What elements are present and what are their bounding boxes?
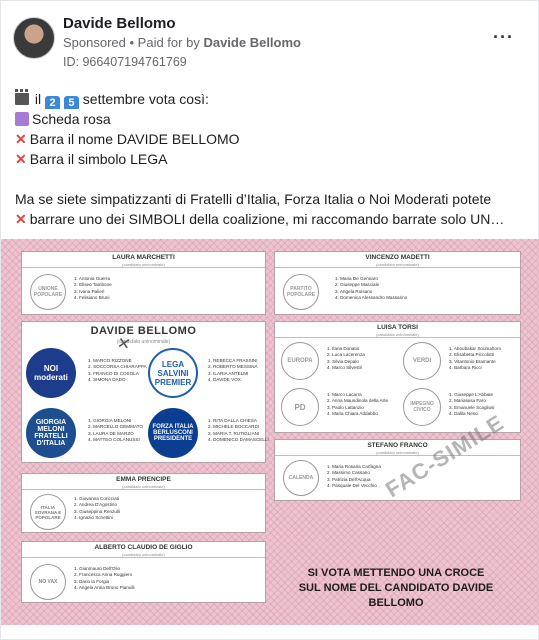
candidate-name: EMMA PRENCIPE <box>116 476 171 483</box>
list-name: 2. Anna Maundinola della Arte <box>327 398 389 404</box>
party-logo: PARTITO POPOLARE <box>283 274 319 310</box>
sponsored-line: Sponsored • Paid for by Davide Bellomo <box>63 35 301 50</box>
list-name: 2. Francesca Anna Ruggiero <box>74 572 133 578</box>
party-list: 1. Maria Rosaria Carfagna 2. Massimo Cas… <box>327 464 381 490</box>
party-logo: UNIONE POPOLARE <box>30 274 66 310</box>
list-name: 2. Eliseo Tambone <box>74 282 112 288</box>
candidate-name: LUISA TORSI <box>377 324 418 331</box>
list-name: 2. Luca Lacerenza <box>327 352 365 358</box>
list-name: 2. Andrea D'Agostino <box>74 502 118 508</box>
text-fragment: barrare uno dei SIMBOLI della coalizione… <box>29 211 505 227</box>
party-logo: NO VAX <box>30 564 66 600</box>
text-line-3: ✕ Barra il nome DAVIDE BELLOMO <box>15 129 530 149</box>
party-logo: EUROPA <box>281 342 319 380</box>
cross-mark-icon: ✕ <box>15 211 27 227</box>
list-name: 2. ROBERTO MESSINA <box>208 364 258 370</box>
more-horizontal-icon[interactable]: ··· <box>493 27 514 48</box>
party-list: 1. Ilaria Donatio 2. Luca Lacerenza 3. S… <box>327 346 365 372</box>
candidate-box-de-giglio: ALBERTO CLAUDIO DE GIGLIO (candidato uni… <box>21 541 266 603</box>
candidate-sub-label: (candidato uninominale) <box>376 450 419 455</box>
party-list: 1. Aboubakar Soumahoro 2. Elisabetta Pic… <box>449 346 501 372</box>
party-list: 1. REBECCA FRASSINI 2. ROBERTO MESSINA 3… <box>208 358 258 384</box>
paid-for-name[interactable]: Davide Bellomo <box>203 35 301 50</box>
vote-line-2: SUL NOME DEL CANDIDATO DAVIDE BELLOMO <box>298 582 494 609</box>
candidate-box-madetti: VINCENZO MADETTI (candidato uninominale)… <box>274 251 521 315</box>
list-name: 4. Maria Chiara Addabbo <box>327 411 378 417</box>
text-line-2: Scheda rosa <box>15 109 530 129</box>
candidate-sub-label: (candidato uninominale) <box>376 262 419 267</box>
party-logo-fratelli-d-italia: GIORGIA MELONI FRATELLI D'ITALIA <box>26 408 76 458</box>
list-name: 2. SOCCORSA CHIARAPPA <box>88 364 147 370</box>
party-logo: CALENDA <box>283 460 319 496</box>
party-logo: ITALIA SOVRANA E POPOLARE <box>30 494 66 530</box>
party-logo: PD <box>281 388 319 426</box>
keycap-digit-icon: 2 <box>45 96 61 109</box>
post-header: Davide Bellomo Sponsored • Paid for by D… <box>13 13 528 73</box>
author-name[interactable]: Davide Bellomo <box>63 15 176 32</box>
post-text: il 2 5 settembre vota così: Scheda rosa … <box>15 89 530 229</box>
list-name: 4. Ignazio Schettini <box>74 515 113 521</box>
clapperboard-icon <box>15 89 29 105</box>
list-name: 4. Felisiano Bruni <box>74 295 110 301</box>
party-list: 1. Maria De Gennaro 2. Giuseppe Masciale… <box>335 276 407 302</box>
text-fragment: il <box>34 91 42 107</box>
party-list: 1. Giovanna Coricciati 2. Andrea D'Agost… <box>74 496 120 522</box>
cross-mark-icon: ✕ <box>15 131 27 147</box>
candidate-box-bellomo: DAVIDE BELLOMO (candidato uninominale) N… <box>21 321 269 463</box>
text-fragment: settembre vota così: <box>82 91 209 107</box>
purple-square-icon <box>15 112 29 126</box>
list-name: 4. MATTEO COLANUSSI <box>88 437 140 443</box>
text-fragment: Scheda rosa <box>32 111 111 127</box>
vote-line-1: SI VOTA METTENDO UNA CROCE <box>307 567 485 579</box>
list-name: 2. MARCELLO GEMMATO <box>88 424 143 430</box>
keycap-digit-icon: 5 <box>63 96 79 109</box>
candidate-box-prencipe: EMMA PRENCIPE (candidato uninominale) IT… <box>21 473 266 533</box>
ad-post-card: Davide Bellomo Sponsored • Paid for by D… <box>0 0 539 640</box>
candidate-name: DAVIDE BELLOMO <box>90 325 197 337</box>
cross-mark-icon: ✕ <box>15 151 27 167</box>
list-name: 4. Pasquale Del Vecchio <box>327 483 377 489</box>
party-logo-noi-moderati: NOI moderati <box>26 348 76 398</box>
list-name: 2. Elisabetta Piccolotti <box>449 352 494 358</box>
avatar[interactable] <box>13 17 55 59</box>
list-name: 4. SIMONA DADO <box>88 377 126 383</box>
candidate-name: ALBERTO CLAUDIO DE GIGLIO <box>94 544 193 551</box>
ad-id: ID: 966407194761769 <box>63 55 187 69</box>
text-line-1: il 2 5 settembre vota così: <box>15 89 530 109</box>
candidate-sub-label: (candidato uninominale) <box>122 552 165 557</box>
vote-instruction: SI VOTA METTENDO UNA CROCE SUL NOME DEL … <box>271 566 521 611</box>
party-list: 1. Antonia Guerra 2. Eliseo Tambone 3. I… <box>74 276 112 302</box>
party-list: 1. GIORGIA MELONI 2. MARCELLO GEMMATO 3.… <box>88 418 143 444</box>
party-logo-forza-italia: FORZA ITALIA BERLUSCONI PRESIDENTE <box>148 408 198 458</box>
text-line-6: ✕ barrare uno dei SIMBOLI della coalizion… <box>15 209 530 229</box>
candidate-sub-label: (candidato uninominale) <box>376 332 419 337</box>
candidate-sub-label: (candidato uninominale) <box>122 484 165 489</box>
party-list: 1. Gianmauro Dell'Olio 2. Francesca Anna… <box>74 566 135 592</box>
party-list: 1. MARCO RIZZONE 2. SOCCORSA CHIARAPPA 3… <box>88 358 147 384</box>
party-list: 1. RITA DALLA CHIESA 2. MICHELE BOCCARDI… <box>208 418 269 444</box>
list-name: 4. Barbara Ricci <box>449 365 482 371</box>
text-fragment: Barra il simbolo LEGA <box>29 151 168 167</box>
party-logo-lega: LEGA SALVINI PREMIER <box>148 348 198 398</box>
paid-for-prefix: Paid for by <box>137 35 200 50</box>
list-name: 4. DAVIDE VOX <box>208 377 241 383</box>
party-logo: VERDI <box>403 342 441 380</box>
party-list: 1. Marco Lacarra 2. Anna Maundinola dell… <box>327 392 388 418</box>
text-fragment: Barra il nome DAVIDE BELLOMO <box>29 131 240 147</box>
candidate-name: VINCENZO MADETTI <box>365 254 430 261</box>
list-name: 4. Domenica Alessandro Massarino <box>335 295 408 301</box>
list-name: 4. DOMENICO DAMASCELLI <box>208 437 269 443</box>
candidate-sub-label: (candidato uninominale) <box>122 262 165 267</box>
text-line-5: Ma se siete simpatizzanti di Fratelli d’… <box>15 191 492 207</box>
candidate-box-marchetti: LAURA MARCHETTI (candidato uninominale) … <box>21 251 266 315</box>
party-logo: IMPEGNO CIVICO <box>403 388 441 426</box>
sponsored-label: Sponsored <box>63 35 126 50</box>
text-line-4: ✕ Barra il simbolo LEGA <box>15 149 530 169</box>
candidate-sub-label: (candidato uninominale) <box>116 339 171 345</box>
list-name: 4. Angela Anna Bruno Pianulli <box>74 585 135 591</box>
list-name: 4. Marco Silvestri <box>327 365 363 371</box>
candidate-name: LAURA MARCHETTI <box>112 254 175 261</box>
